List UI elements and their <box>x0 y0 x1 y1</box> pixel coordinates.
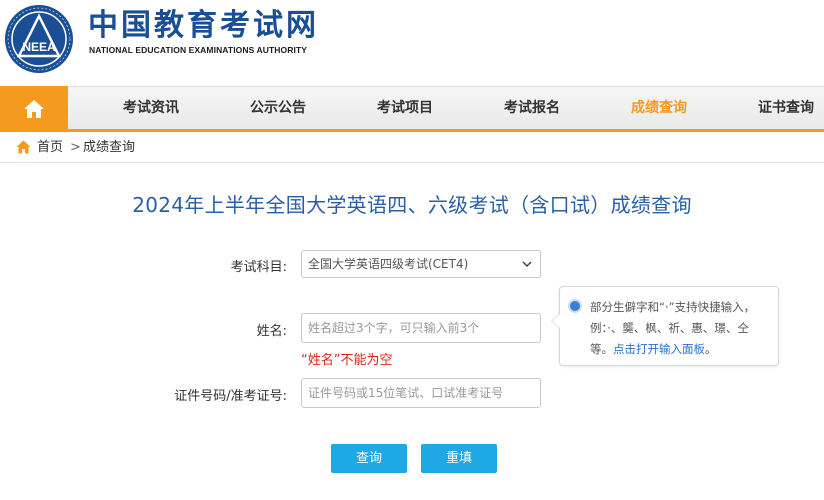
nav-item-certificate-query[interactable]: 证书查询 <box>758 87 814 130</box>
site-title-cn[interactable]: 中国教育考试网 <box>88 8 319 44</box>
nav-item-announcements[interactable]: 公示公告 <box>250 87 306 130</box>
exam-subject-select[interactable]: 全国大学英语四级考试(CET4) <box>301 250 541 278</box>
id-number-input[interactable] <box>301 378 541 408</box>
info-dot-icon <box>570 301 580 311</box>
nav-item-exam-projects[interactable]: 考试项目 <box>377 87 433 130</box>
tooltip-text: 部分生僻字和“·”支持快捷输入，例：·、龑、枫、祈、惠、璟、仝等。点击打开输入面… <box>590 297 770 360</box>
neea-logo-icon[interactable]: NEEA <box>4 4 74 74</box>
site-title-en: NATIONAL EDUCATION EXAMINATIONS AUTHORIT… <box>89 45 308 55</box>
home-icon <box>24 100 44 118</box>
name-input[interactable] <box>301 313 541 343</box>
open-input-panel-link[interactable]: 点击打开输入面板 <box>613 342 705 356</box>
subject-label: 考试科目: <box>230 260 287 275</box>
reset-button[interactable]: 重填 <box>421 444 497 473</box>
breadcrumb-home-link[interactable]: 首页 <box>37 132 63 163</box>
id-number-label: 证件号码/准考证号: <box>174 389 287 404</box>
nav-item-registration[interactable]: 考试报名 <box>504 87 560 130</box>
site-header: NEEA 中国教育考试网 NATIONAL EDUCATION EXAMINAT… <box>0 0 824 86</box>
nav-item-score-query[interactable]: 成绩查询 <box>631 87 687 130</box>
query-button[interactable]: 查询 <box>331 444 407 473</box>
nav-item-exam-news[interactable]: 考试资讯 <box>123 87 179 130</box>
breadcrumb-separator: > <box>70 140 81 155</box>
tooltip-end: 。 <box>705 342 717 356</box>
chevron-down-icon <box>522 261 532 268</box>
rare-character-tooltip: 部分生僻字和“·”支持快捷输入，例：·、龑、枫、祈、惠、璟、仝等。点击打开输入面… <box>551 286 779 366</box>
breadcrumb-current: 成绩查询 <box>83 140 136 155</box>
logo-emblem-text: NEEA <box>22 40 56 54</box>
breadcrumb-home-icon <box>16 140 31 154</box>
breadcrumb: 首页 > 成绩查询 <box>0 132 824 163</box>
main-nav: 考试资讯 公示公告 考试项目 考试报名 成绩查询 证书查询 <box>0 86 824 132</box>
name-label: 姓名: <box>256 324 287 339</box>
name-error-message: “姓名”不能为空 <box>301 353 393 368</box>
exam-subject-value: 全国大学英语四级考试(CET4) <box>308 257 469 271</box>
page-title: 2024年上半年全国大学英语四、六级考试（含口试）成绩查询 <box>132 193 692 217</box>
nav-home-button[interactable] <box>0 86 68 132</box>
